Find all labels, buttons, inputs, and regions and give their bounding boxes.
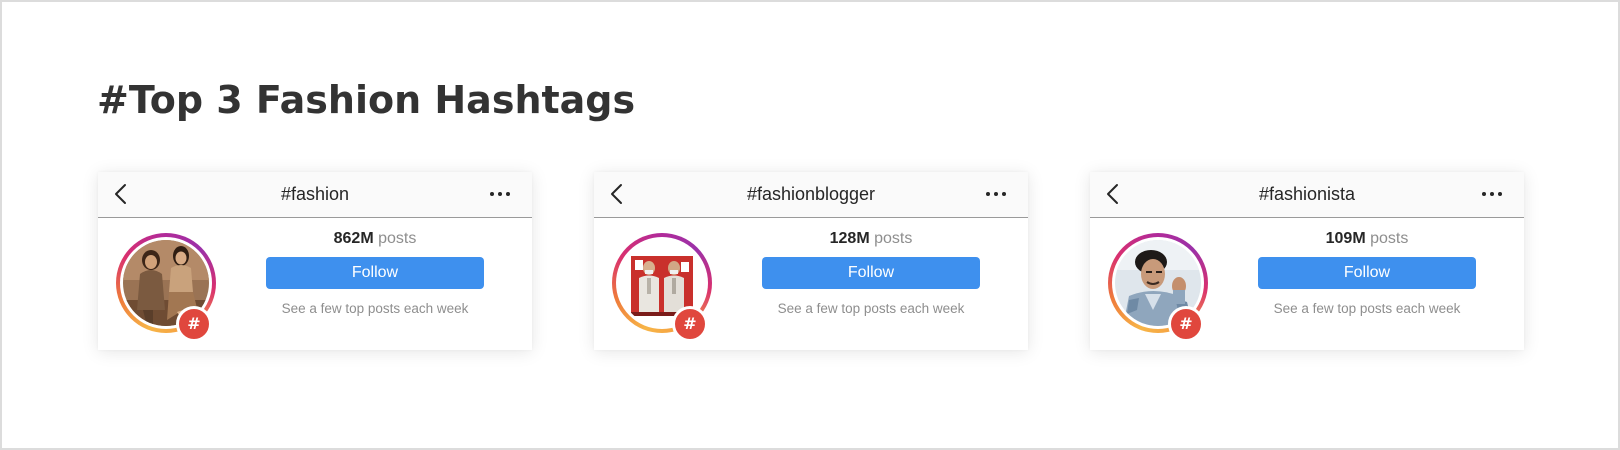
hashtag-title: #fashionista [1258, 184, 1356, 204]
follow-button[interactable]: Follow [266, 257, 484, 289]
posts-count-line: 862M posts [266, 228, 484, 250]
follow-button[interactable]: Follow [1258, 257, 1476, 289]
hashtag-badge: # [672, 306, 708, 342]
more-horizontal-icon[interactable] [1480, 184, 1504, 204]
posts-label: posts [1370, 230, 1409, 247]
card-header: #fashionblogger [594, 172, 1028, 218]
follow-caption: See a few top posts each week [777, 301, 965, 316]
hashtag-card-fashionblogger: #fashionblogger # 128M posts Follow See … [594, 172, 1028, 350]
hashtag-badge: # [1168, 306, 1204, 342]
hashtag-badge: # [176, 306, 212, 342]
more-horizontal-icon[interactable] [984, 184, 1008, 204]
hashtag-stats: 128M posts Follow See a few top posts ea… [762, 228, 980, 316]
hashtag-stats: 109M posts Follow See a few top posts ea… [1258, 228, 1476, 316]
card-header: #fashionista [1090, 172, 1524, 218]
card-header: #fashion [98, 172, 532, 218]
follow-button[interactable]: Follow [762, 257, 980, 289]
posts-count: 109M [1325, 230, 1366, 247]
posts-count: 128M [829, 230, 870, 247]
posts-count: 862M [333, 230, 374, 247]
hashtag-stats: 862M posts Follow See a few top posts ea… [266, 228, 484, 316]
hashtag-title: #fashion [280, 184, 350, 204]
card-body: # 862M posts Follow See a few top posts … [98, 218, 532, 350]
more-horizontal-icon[interactable] [488, 184, 512, 204]
hashtag-title: #fashionblogger [746, 184, 876, 204]
card-body: # 128M posts Follow See a few top posts … [594, 218, 1028, 350]
posts-count-line: 109M posts [1258, 228, 1476, 250]
follow-caption: See a few top posts each week [281, 301, 469, 316]
hashtag-card-fashion: #fashion # 862M posts Follow See a few t… [98, 172, 532, 350]
follow-caption: See a few top posts each week [1273, 301, 1461, 316]
hashtag-card-fashionista: #fashionista # 109M posts Follow See a f… [1090, 172, 1524, 350]
posts-label: posts [378, 230, 417, 247]
card-body: # 109M posts Follow See a few top posts … [1090, 218, 1524, 350]
posts-label: posts [874, 230, 913, 247]
hashtag-avatar[interactable]: # [1108, 233, 1208, 342]
posts-count-line: 128M posts [762, 228, 980, 250]
page-title: #Top 3 Fashion Hashtags [97, 78, 636, 122]
hashtag-avatar[interactable]: # [612, 233, 712, 342]
hashtag-avatar[interactable]: # [116, 233, 216, 342]
